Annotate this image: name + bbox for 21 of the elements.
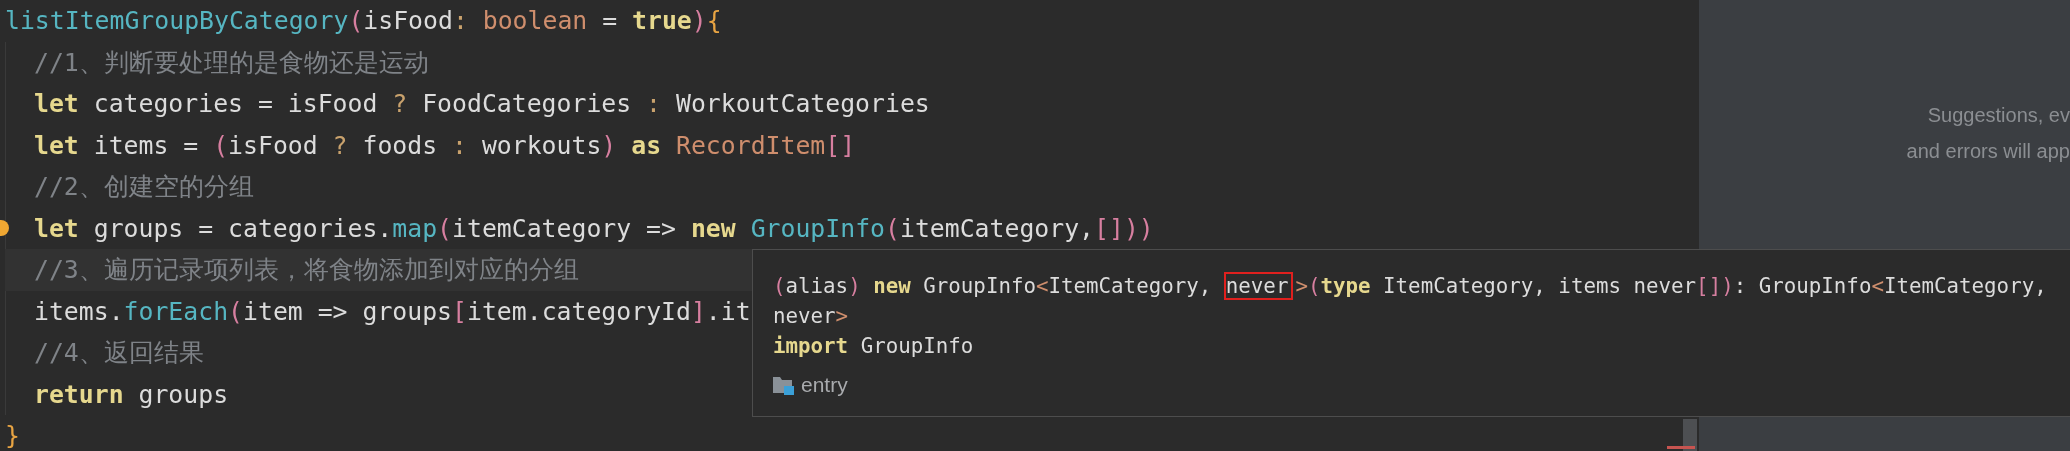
panel-hint-text: Suggestions, ev	[1927, 104, 2070, 127]
code-line: }	[5, 421, 20, 450]
code-line: listItemGroupByCategory(isFood: boolean = true){	[5, 6, 722, 35]
code-line: //1、判断要处理的是食物还是运动	[34, 47, 429, 77]
lightbulb-icon[interactable]	[0, 218, 9, 237]
code-line: //4、返回结果	[34, 338, 204, 367]
code-line: let items = (isFood ? foods : workouts) as RecordItem[]	[34, 130, 856, 160]
scrollbar-thumb[interactable]	[1683, 419, 1697, 451]
panel-hint-text: and errors will app	[1906, 140, 2070, 163]
code-line: items.forEach(item => groups[item.categoryId].it	[34, 296, 751, 326]
code-line: //2、创建空的分组	[34, 172, 254, 201]
error-stripe-mark[interactable]	[1667, 446, 1695, 449]
folder-icon	[773, 375, 795, 395]
code-line: let categories = isFood ? FoodCategories : WorkoutCategories	[34, 89, 930, 118]
signature-text: never>	[773, 303, 850, 330]
code-line: let groups = categories.map(itemCategory => new GroupInfo(itemCategory,[]))	[34, 213, 1154, 243]
signature-text: (alias) new GroupInfo<ItemCategory, never >(type ItemCategory, items never[]): GroupInfo<ItemCategory,	[773, 271, 2048, 301]
code-line: return groups	[34, 379, 229, 409]
module-name: entry	[801, 373, 848, 397]
signature-text: import GroupInfo	[773, 333, 975, 360]
code-line: //3、遍历记录项列表，将食物添加到对应的分组	[34, 255, 579, 284]
